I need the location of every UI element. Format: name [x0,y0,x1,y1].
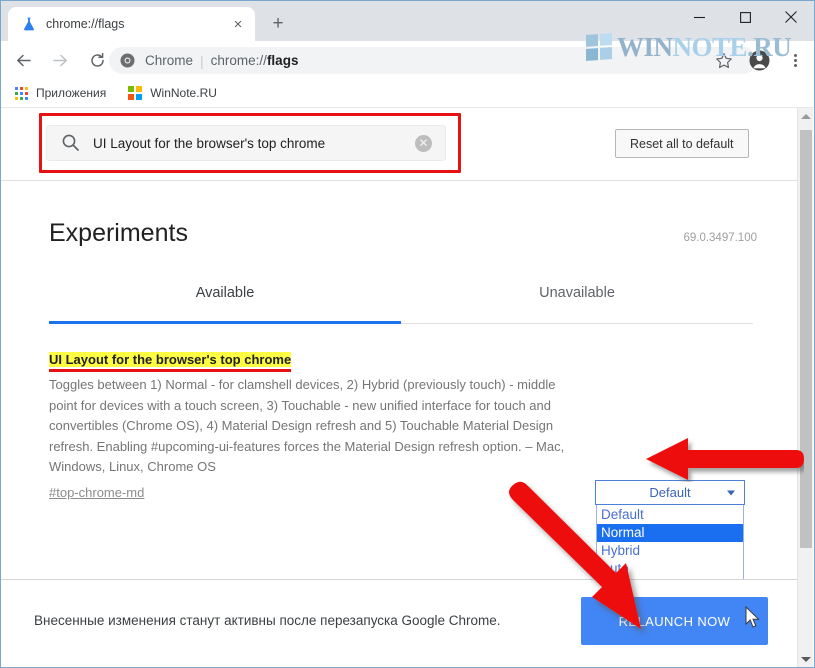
flags-tabs: Available Unavailable [49,281,753,323]
search-zone: ✕ Reset all to default [1,108,799,181]
omnibox-url: chrome://flags [211,53,299,68]
relaunch-footer: Внесенные изменения станут активны после… [1,579,799,667]
omnibox-scheme-label: Chrome [145,53,194,68]
omnibox-separator: | [200,52,204,69]
flag-title: UI Layout for the browser's top chrome [49,352,292,367]
chrome-browser-window: chrome://flags × + Chrome | chrome://fla… [0,0,815,668]
chevron-down-icon [727,490,735,495]
flask-icon [20,16,37,33]
reset-all-to-default-button[interactable]: Reset all to default [615,129,749,158]
microsoft-logo-icon [128,86,143,100]
tab-unavailable[interactable]: Unavailable [401,281,753,323]
tab-available[interactable]: Available [49,281,401,323]
flags-page: ✕ Reset all to default Experiments 69.0.… [1,108,799,667]
browser-toolbar: Chrome | chrome://flags [1,41,814,79]
flag-description: Toggles between 1) Normal - for clamshel… [49,377,565,474]
bookmark-apps[interactable]: Приложения [7,81,114,105]
menu-dot [793,58,797,62]
chrome-logo-icon [120,53,136,69]
profile-avatar-icon[interactable] [749,50,770,71]
select-option-auto[interactable]: Auto [597,560,743,578]
select-option-hybrid[interactable]: Hybrid [597,542,743,560]
close-icon[interactable]: × [229,15,247,33]
clear-circle-icon[interactable]: ✕ [415,134,432,152]
page-title: Experiments [49,219,188,247]
bookmark-label: WinNote.RU [150,86,217,100]
search-box[interactable]: ✕ [46,125,446,161]
minimize-icon[interactable] [676,1,722,33]
menu-dot [793,53,797,57]
flag-entry: UI Layout for the browser's top chrome T… [49,351,755,502]
forward-arrow-icon[interactable] [45,45,75,75]
flag-anchor-link[interactable]: #top-chrome-md [49,485,144,500]
omnibox-url-path: flags [266,53,299,68]
active-tab-indicator [49,321,401,324]
scroll-down-arrow-icon[interactable] [798,651,814,667]
red-underline [49,369,292,372]
scrollbar-thumb[interactable] [800,130,812,548]
select-value-label: Default [649,485,691,500]
relaunch-message: Внесенные изменения станут активны после… [34,613,501,628]
reload-icon[interactable] [82,45,112,75]
tab-title: chrome://flags [46,17,125,31]
relaunch-now-button[interactable]: RELAUNCH NOW [581,597,768,645]
bookmark-winnote[interactable]: WinNote.RU [120,81,225,105]
maximize-icon[interactable] [722,1,768,33]
search-icon [61,133,81,153]
browser-tab[interactable]: chrome://flags × [8,7,255,41]
star-icon[interactable] [713,50,734,71]
back-arrow-icon[interactable] [8,45,38,75]
bookmark-label: Приложения [36,86,107,100]
window-controls [676,1,814,33]
close-icon[interactable] [768,1,814,33]
search-input[interactable] [93,135,415,151]
select-option-default[interactable]: Default [597,506,743,524]
tab-strip: chrome://flags × + [1,1,814,41]
apps-grid-icon [15,86,28,100]
bookmarks-bar: Приложения WinNote.RU [1,79,814,108]
scroll-up-arrow-icon[interactable] [798,108,814,125]
omnibox-url-prefix: chrome:// [210,53,267,68]
flags-body: Experiments 69.0.3497.100 Available Unav… [1,181,799,634]
menu-dot [793,63,797,67]
page-heading-row: Experiments 69.0.3497.100 [49,219,757,248]
flag-title-wrap: UI Layout for the browser's top chrome [49,351,292,372]
chrome-version-label: 69.0.3497.100 [683,232,757,244]
three-dot-menu-icon[interactable] [786,48,804,72]
select-current-value[interactable]: Default [595,480,745,505]
select-option-normal[interactable]: Normal [597,524,743,542]
address-bar[interactable]: Chrome | chrome://flags [109,47,757,74]
page-scrollbar[interactable] [797,108,814,667]
new-tab-button[interactable]: + [264,11,292,37]
